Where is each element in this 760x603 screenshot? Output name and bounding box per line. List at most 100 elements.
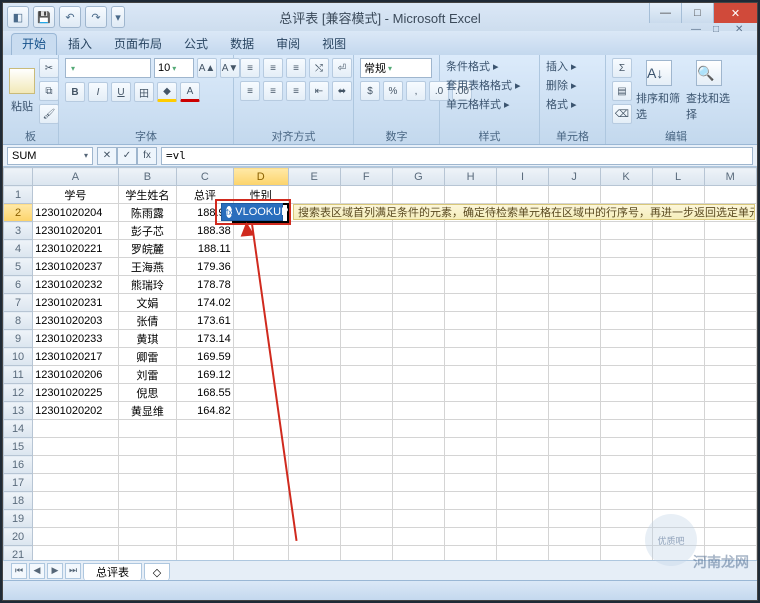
row-header-1[interactable]: 1: [4, 186, 33, 204]
row-header-16[interactable]: 16: [4, 456, 33, 474]
table-format-button[interactable]: 套用表格格式 ▸: [446, 77, 521, 93]
cell-C11[interactable]: 169.12: [177, 366, 234, 384]
cell-H11[interactable]: [445, 366, 497, 384]
cell-E4[interactable]: [288, 240, 340, 258]
window-close-button[interactable]: ✕: [713, 3, 757, 23]
cell-C12[interactable]: 168.55: [177, 384, 234, 402]
row-header-4[interactable]: 4: [4, 240, 33, 258]
cell-empty[interactable]: [177, 420, 234, 438]
cell-F12[interactable]: [340, 384, 392, 402]
col-header-B[interactable]: B: [118, 168, 176, 186]
cell-empty[interactable]: [233, 492, 288, 510]
font-name-combo[interactable]: ▾: [65, 58, 151, 78]
cell-empty[interactable]: [177, 456, 234, 474]
cell-empty[interactable]: [704, 474, 756, 492]
tab-formula[interactable]: 公式: [173, 33, 219, 55]
cell-empty[interactable]: [704, 492, 756, 510]
cell-K12[interactable]: [600, 384, 652, 402]
cell-empty[interactable]: [704, 438, 756, 456]
cell-L7[interactable]: [652, 294, 704, 312]
cell-empty[interactable]: [118, 510, 176, 528]
cell-J12[interactable]: [548, 384, 600, 402]
row-header-13[interactable]: 13: [4, 402, 33, 420]
cell-empty[interactable]: [445, 528, 497, 546]
cell-empty[interactable]: [33, 438, 119, 456]
sheet-nav-first-icon[interactable]: ⏮: [11, 563, 27, 579]
cell-H13[interactable]: [445, 402, 497, 420]
cell-K10[interactable]: [600, 348, 652, 366]
cell-F6[interactable]: [340, 276, 392, 294]
cell-F11[interactable]: [340, 366, 392, 384]
cond-format-button[interactable]: 条件格式 ▸: [446, 58, 499, 74]
cell-empty[interactable]: [233, 528, 288, 546]
qat-undo-icon[interactable]: ↶: [59, 6, 81, 28]
cell-M7[interactable]: [704, 294, 756, 312]
cell-empty[interactable]: [392, 474, 444, 492]
cell-D12[interactable]: [233, 384, 288, 402]
cell-E9[interactable]: [288, 330, 340, 348]
cell-F5[interactable]: [340, 258, 392, 276]
cell-G11[interactable]: [392, 366, 444, 384]
row-header-20[interactable]: 20: [4, 528, 33, 546]
autosum-icon[interactable]: Σ: [612, 58, 632, 78]
cell-L10[interactable]: [652, 348, 704, 366]
cell-B5[interactable]: 王海燕: [118, 258, 176, 276]
cell-L6[interactable]: [652, 276, 704, 294]
row-header-12[interactable]: 12: [4, 384, 33, 402]
row-header-2[interactable]: 2: [4, 204, 33, 222]
cell-I9[interactable]: [497, 330, 549, 348]
cell-H7[interactable]: [445, 294, 497, 312]
cell-F10[interactable]: [340, 348, 392, 366]
delete-cells-button[interactable]: 删除 ▸: [546, 77, 577, 93]
cell-empty[interactable]: [497, 474, 549, 492]
autocomplete-item-vlookup[interactable]: fx VLOOKUP: [221, 203, 283, 221]
cell-E7[interactable]: [288, 294, 340, 312]
wb-restore-icon[interactable]: □: [713, 24, 733, 38]
fill-icon[interactable]: ▤: [612, 81, 632, 101]
cell-empty[interactable]: [233, 456, 288, 474]
cell-G1[interactable]: [392, 186, 444, 204]
format-cells-button[interactable]: 格式 ▸: [546, 96, 577, 112]
cell-empty[interactable]: [33, 510, 119, 528]
cell-J1[interactable]: [548, 186, 600, 204]
cell-G9[interactable]: [392, 330, 444, 348]
cell-empty[interactable]: [33, 528, 119, 546]
font-size-combo[interactable]: 10▾: [154, 58, 194, 78]
cell-C6[interactable]: 178.78: [177, 276, 234, 294]
align-left-icon[interactable]: ≡: [240, 81, 260, 101]
cell-empty[interactable]: [445, 492, 497, 510]
cell-M6[interactable]: [704, 276, 756, 294]
qat-redo-icon[interactable]: ↷: [85, 6, 107, 28]
cell-A7[interactable]: 12301020231: [33, 294, 119, 312]
cell-empty[interactable]: [288, 456, 340, 474]
cell-M9[interactable]: [704, 330, 756, 348]
cell-empty[interactable]: [33, 456, 119, 474]
cell-C10[interactable]: 169.59: [177, 348, 234, 366]
cell-B10[interactable]: 卿雷: [118, 348, 176, 366]
tab-data[interactable]: 数据: [219, 33, 265, 55]
cell-H6[interactable]: [445, 276, 497, 294]
row-header-11[interactable]: 11: [4, 366, 33, 384]
cell-empty[interactable]: [340, 510, 392, 528]
number-format-combo[interactable]: 常规▾: [360, 58, 432, 78]
cell-empty[interactable]: [392, 420, 444, 438]
col-header-J[interactable]: J: [548, 168, 600, 186]
cell-G3[interactable]: [392, 222, 444, 240]
cell-A1[interactable]: 学号: [33, 186, 119, 204]
align-mid-icon[interactable]: ≡: [263, 58, 283, 78]
cell-empty[interactable]: [652, 474, 704, 492]
cell-empty[interactable]: [340, 456, 392, 474]
cell-empty[interactable]: [340, 420, 392, 438]
cell-M5[interactable]: [704, 258, 756, 276]
cell-empty[interactable]: [497, 438, 549, 456]
cell-F4[interactable]: [340, 240, 392, 258]
fx-icon[interactable]: fx: [137, 147, 157, 165]
copy-icon[interactable]: ⧉: [39, 81, 59, 101]
cell-empty[interactable]: [652, 420, 704, 438]
cell-B9[interactable]: 黄琪: [118, 330, 176, 348]
new-sheet-button[interactable]: ◇: [144, 563, 170, 581]
cell-empty[interactable]: [548, 420, 600, 438]
cell-F7[interactable]: [340, 294, 392, 312]
merge-icon[interactable]: ⬌: [332, 81, 352, 101]
sheet-nav-next-icon[interactable]: ▶: [47, 563, 63, 579]
